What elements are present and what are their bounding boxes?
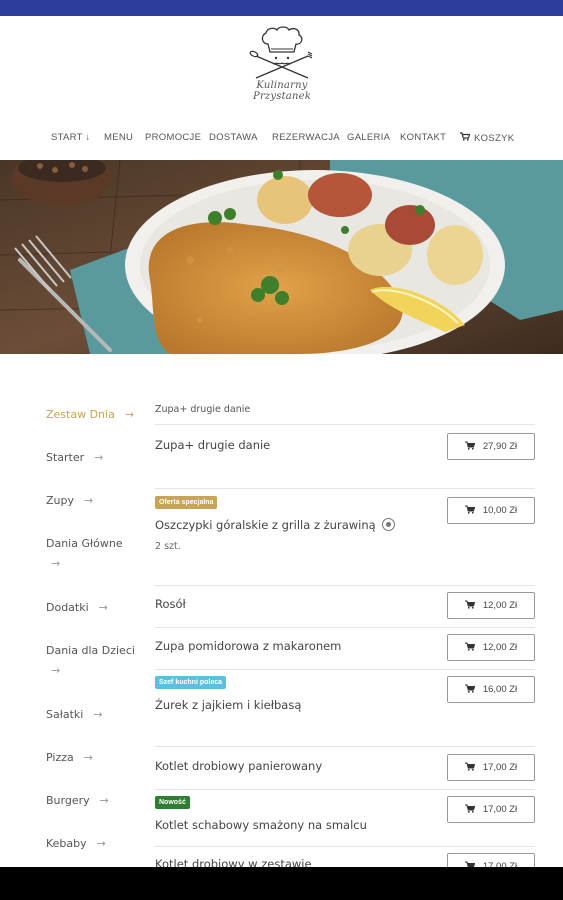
nav-item-start[interactable]: START ↓ (51, 132, 91, 143)
system-status-bar (0, 0, 563, 16)
category-label: Kebaby (46, 837, 87, 850)
cart-icon (464, 441, 475, 453)
category-zestaw-dnia[interactable]: Zestaw Dnia → (46, 408, 134, 421)
dish-name-label: Oszczypki góralskie z grilla z żurawiną (155, 518, 376, 532)
price-label: 17,00 Zł (482, 762, 518, 773)
dish-name[interactable]: Zupa pomidorowa z makaronem (155, 639, 341, 653)
arrow-right-icon: → (84, 494, 94, 507)
badge-new: Nowość (155, 796, 190, 809)
chef-hat-logo-icon (249, 26, 313, 79)
badge-special-offer: Oferta specjalna (155, 496, 218, 509)
arrow-right-icon: → (51, 664, 61, 677)
nav-item-rezerwacja[interactable]: REZERWACJA (272, 132, 340, 143)
category-label: Sałatki (46, 708, 84, 721)
category-salatki[interactable]: Sałatki → (46, 708, 103, 721)
dish-quantity: 2 szt. (155, 541, 181, 552)
category-zupy[interactable]: Zupy → (46, 494, 93, 507)
price-label: 10,00 Zł (482, 505, 518, 516)
divider (155, 789, 535, 790)
arrow-right-icon: → (124, 408, 135, 421)
divider (155, 585, 535, 586)
breadcrumb: Zupa+ drugie danie (155, 404, 251, 415)
price-label: 27,90 Zł (482, 441, 518, 452)
category-kebaby[interactable]: Kebaby → (46, 837, 106, 850)
category-starter[interactable]: Starter → (46, 451, 103, 464)
arrow-right-icon: → (96, 837, 106, 850)
dish-name[interactable]: Zupa+ drugie danie (155, 438, 270, 452)
dish-name[interactable]: Oszczypki góralskie z grilla z żurawiną (155, 518, 395, 532)
nav-item-galeria[interactable]: GALERIA (347, 132, 390, 143)
nav-item-koszyk-label: KOSZYK (474, 133, 515, 144)
dish-name[interactable]: Żurek z jajkiem i kiełbasą (155, 698, 301, 712)
dish-name[interactable]: Rosół (155, 597, 186, 611)
category-burgery[interactable]: Burgery → (46, 794, 109, 807)
nav-item-promocje[interactable]: PROMOCJE (145, 132, 201, 143)
add-to-cart-button[interactable]: 12,00 Zł (447, 592, 535, 619)
arrow-right-icon: → (51, 557, 61, 570)
add-to-cart-button[interactable]: 17,00 Zł (447, 796, 535, 823)
divider (155, 846, 535, 847)
category-label: Zupy (46, 494, 74, 507)
divider (155, 746, 535, 747)
divider (155, 627, 535, 628)
add-to-cart-button[interactable]: 12,00 Zł (447, 634, 535, 661)
divider (155, 488, 535, 489)
arrow-right-icon: → (94, 451, 104, 464)
system-navigation-bar (0, 867, 563, 900)
add-to-cart-button[interactable]: 17,00 Zł (447, 754, 535, 781)
info-icon[interactable] (381, 518, 395, 531)
category-label: Dodatki (46, 601, 89, 614)
cart-icon (464, 762, 475, 774)
arrow-right-icon: → (98, 601, 108, 614)
cart-icon (464, 600, 475, 612)
main-navigation: START ↓ MENU PROMOCJE DOSTAWA REZERWACJA… (0, 132, 563, 148)
category-dania-glowne[interactable]: Dania Główne (46, 537, 123, 550)
cart-icon (460, 132, 471, 144)
arrow-right-icon: → (93, 708, 103, 721)
price-label: 12,00 Zł (482, 642, 518, 653)
hero-food-image (0, 160, 563, 354)
category-dodatki[interactable]: Dodatki → (46, 601, 108, 614)
arrow-right-icon: → (99, 794, 109, 807)
category-label: Starter (46, 451, 85, 464)
price-label: 12,00 Zł (482, 600, 518, 611)
dish-name[interactable]: Kotlet schabowy smażony na smalcu (155, 818, 367, 832)
price-label: 17,00 Zł (482, 804, 518, 815)
logo[interactable]: Kulinarny Przystanek (228, 26, 336, 102)
add-to-cart-button[interactable]: 27,90 Zł (447, 433, 535, 460)
cart-icon (464, 804, 475, 816)
cart-icon (464, 505, 475, 517)
category-pizza[interactable]: Pizza → (46, 751, 93, 764)
category-label: Pizza (46, 751, 74, 764)
category-label: Burgery (46, 794, 90, 807)
category-label: Dania dla Dzieci (46, 644, 135, 657)
dish-name[interactable]: Kotlet drobiowy panierowany (155, 759, 322, 773)
logo-text: Kulinarny Przystanek (253, 80, 311, 102)
category-dania-dla-dzieci[interactable]: Dania dla Dzieci (46, 644, 135, 657)
add-to-cart-button[interactable]: 10,00 Zł (447, 497, 535, 524)
cart-icon (464, 684, 475, 696)
category-label: Dania Główne (46, 537, 123, 550)
nav-item-koszyk[interactable]: KOSZYK (460, 132, 514, 144)
cart-icon (464, 642, 475, 654)
add-to-cart-button[interactable]: 16,00 Zł (447, 676, 535, 703)
nav-item-kontakt[interactable]: KONTAKT (400, 132, 446, 143)
category-label: Zestaw Dnia (46, 408, 115, 421)
divider (155, 669, 535, 670)
divider (155, 424, 535, 425)
badge-chef-recommends: Szef kuchni poleca (155, 676, 227, 689)
nav-item-menu[interactable]: MENU (104, 132, 133, 143)
price-label: 16,00 Zł (482, 684, 518, 695)
nav-item-dostawa[interactable]: DOSTAWA (209, 132, 258, 143)
arrow-right-icon: → (83, 751, 93, 764)
